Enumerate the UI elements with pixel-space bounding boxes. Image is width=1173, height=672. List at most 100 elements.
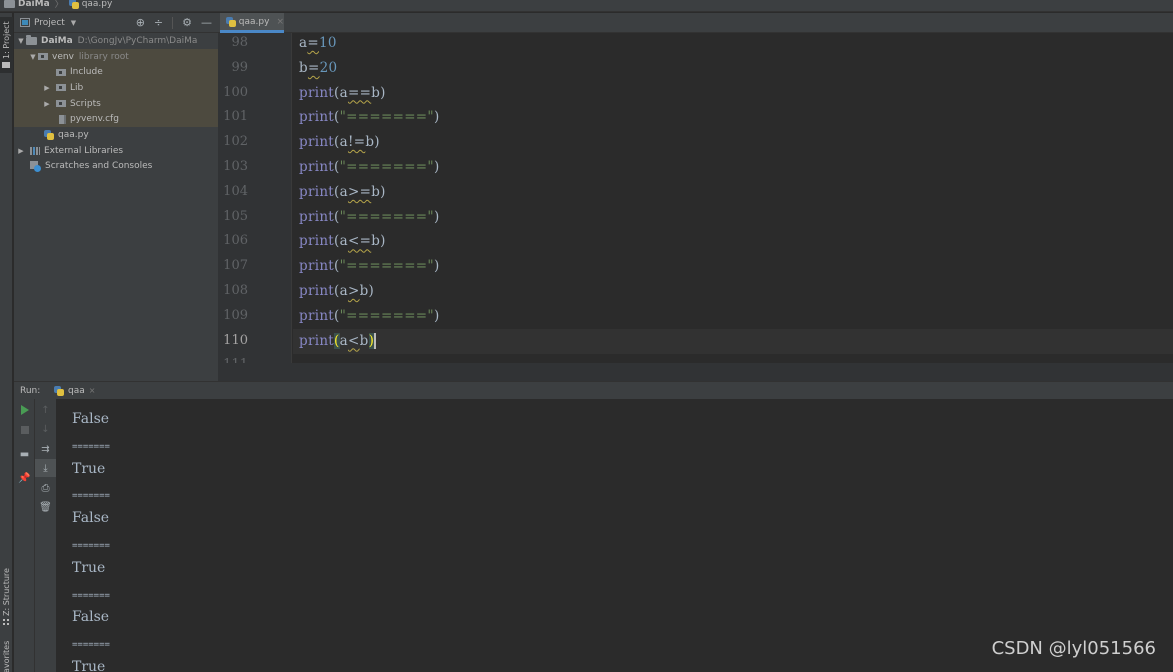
pin-icon: 📌 [18,472,31,484]
trash-icon: 🗑 [39,501,52,513]
tree-item-daima[interactable]: ▼ DaiMa D:\GongJv\PyCharm\DaiMa [14,33,218,49]
tree-item-label: pyvenv.cfg [70,114,119,125]
scratch-icon [30,161,41,173]
console-separator: ======= [72,441,110,452]
code-line[interactable]: print(a==b) [299,85,386,101]
chevron-down-icon: ▼ [70,18,77,27]
print-button[interactable]: ⎙ [35,479,56,497]
python-file-icon [226,16,236,27]
line-number: 109 [223,307,248,323]
folder-icon [4,0,15,8]
console-clipped-line: '''''' ' [72,399,115,403]
code-line[interactable]: print("=======") [299,159,440,175]
code-line[interactable]: print("=======") [299,258,440,274]
code-area[interactable]: a=10 b=20 print(a==b) print("=======") print… [293,33,1173,363]
scroll-to-end-icon: ⤓ [43,462,48,474]
tool-tab-structure[interactable]: Z: Structure [0,565,13,629]
tree-item-label: Scripts [70,98,101,109]
scroll-down-button[interactable]: ↓ [35,420,56,438]
folder-icon [38,53,48,61]
close-icon[interactable]: × [89,386,96,395]
play-icon [20,405,29,415]
scroll-to-end-button[interactable]: ⤓ [35,459,56,477]
python-file-icon [68,0,79,9]
rerun-button[interactable] [14,401,35,419]
pin-button[interactable]: 📌 [14,469,35,487]
tree-item-external-libraries[interactable]: ▶ External Libraries [14,143,218,159]
console-separator: ======= [72,590,110,601]
tab-qaa-py[interactable]: qaa.py × [220,13,284,33]
soft-wrap-button[interactable]: ⇉ [35,440,56,458]
run-console-output[interactable]: '''''' ' False ======= True ======= False ===… [58,399,1173,672]
expand-arrow-icon[interactable]: ▼ [28,53,38,61]
project-panel-title: Project [34,17,65,28]
code-line[interactable]: a=10 [299,35,337,51]
tree-item-path: D:\GongJv\PyCharm\DaiMa [77,35,198,46]
code-line[interactable]: print("=======") [299,109,440,125]
clear-button[interactable]: 🗑 [35,498,56,516]
layout-button[interactable]: ▬ [14,445,35,463]
scroll-up-button[interactable]: ↑ [35,401,56,419]
stop-icon [20,426,29,434]
stop-button[interactable] [14,421,35,439]
project-tree: ▼ DaiMa D:\GongJv\PyCharm\DaiMa ▼ venv l… [14,33,218,174]
line-number: 101 [223,109,248,125]
expand-arrow-icon[interactable]: ▶ [42,100,52,108]
breadcrumb-project-label: DaiMa [18,0,50,9]
expand-arrow-icon[interactable]: ▼ [16,37,26,45]
console-output-line: False [72,510,110,527]
code-line[interactable]: print(a>=b) [299,184,386,200]
python-file-icon [44,129,54,140]
console-output-line: True [72,559,106,576]
project-view-selector[interactable]: Project ▼ [20,18,76,28]
code-line[interactable]: b=20 [299,60,337,76]
tool-tab-project[interactable]: 1: Project [0,17,13,73]
line-number: 108 [223,283,248,298]
line-number: 107 [223,258,248,274]
tree-item-scratches[interactable]: Scratches and Consoles [14,159,218,175]
folder-icon [26,34,37,45]
tool-tab-structure-label: Z: Structure [2,568,11,617]
close-icon[interactable]: × [276,17,284,27]
run-tab-qaa[interactable]: qaa × [48,382,101,400]
console-output-line: False [72,609,110,626]
layout-icon: ▬ [19,448,30,460]
breadcrumb-file[interactable]: qaa.py [68,0,113,9]
line-number-gutter: 98 99 100 101 102 103 104 105 106 107 108 109 110 111 [218,33,292,365]
code-line[interactable]: print(a>b) [299,283,374,299]
line-number: 104 [223,183,248,199]
tree-item-label: DaiMa [41,35,73,46]
tool-tab-favorites[interactable]: avorites [0,637,13,672]
tree-item-qaa-py[interactable]: qaa.py [14,127,218,143]
structure-icon [3,619,10,626]
collapse-all-icon[interactable]: ÷ [154,16,163,29]
tree-item-lib[interactable]: ▶ Lib [14,80,218,96]
breadcrumb-project[interactable]: DaiMa [4,0,50,9]
tree-item-scripts[interactable]: ▶ Scripts [14,95,218,112]
printer-icon: ⎙ [41,482,50,494]
code-line[interactable]: print("=======") [299,308,440,324]
line-number: 103 [223,159,248,174]
run-toolbar-secondary: ↑ ↓ ⇉ ⤓ ⎙ 🗑 [35,399,57,672]
console-output-line: False [72,411,110,427]
gear-icon[interactable]: ⚙ [182,16,192,29]
code-line[interactable]: print(a<b) [299,332,376,350]
code-line[interactable]: print(a!=b) [299,134,380,150]
tree-item-detail: library root [78,51,129,62]
project-icon [20,18,30,27]
expand-arrow-icon[interactable]: ▶ [16,147,26,155]
code-line[interactable]: print(a<=b) [299,233,386,249]
locate-file-icon[interactable]: ⊕ [136,16,145,29]
folder-icon [2,62,11,69]
folder-icon [56,84,66,92]
arrow-up-icon: ↑ [41,404,50,416]
hide-panel-icon[interactable]: — [201,16,212,29]
expand-arrow-icon[interactable]: ▶ [42,84,52,92]
console-separator: ======= [72,541,110,551]
code-line[interactable]: print("=======") [299,209,440,225]
editor-tab-bar: qaa.py × [218,13,1173,33]
tree-item-venv[interactable]: ▼ venv library root [14,48,218,65]
tree-item-include[interactable]: Include [14,64,218,81]
breadcrumb-file-label: qaa.py [81,0,113,9]
tree-item-pyvenv-cfg[interactable]: pyvenv.cfg [14,111,218,128]
